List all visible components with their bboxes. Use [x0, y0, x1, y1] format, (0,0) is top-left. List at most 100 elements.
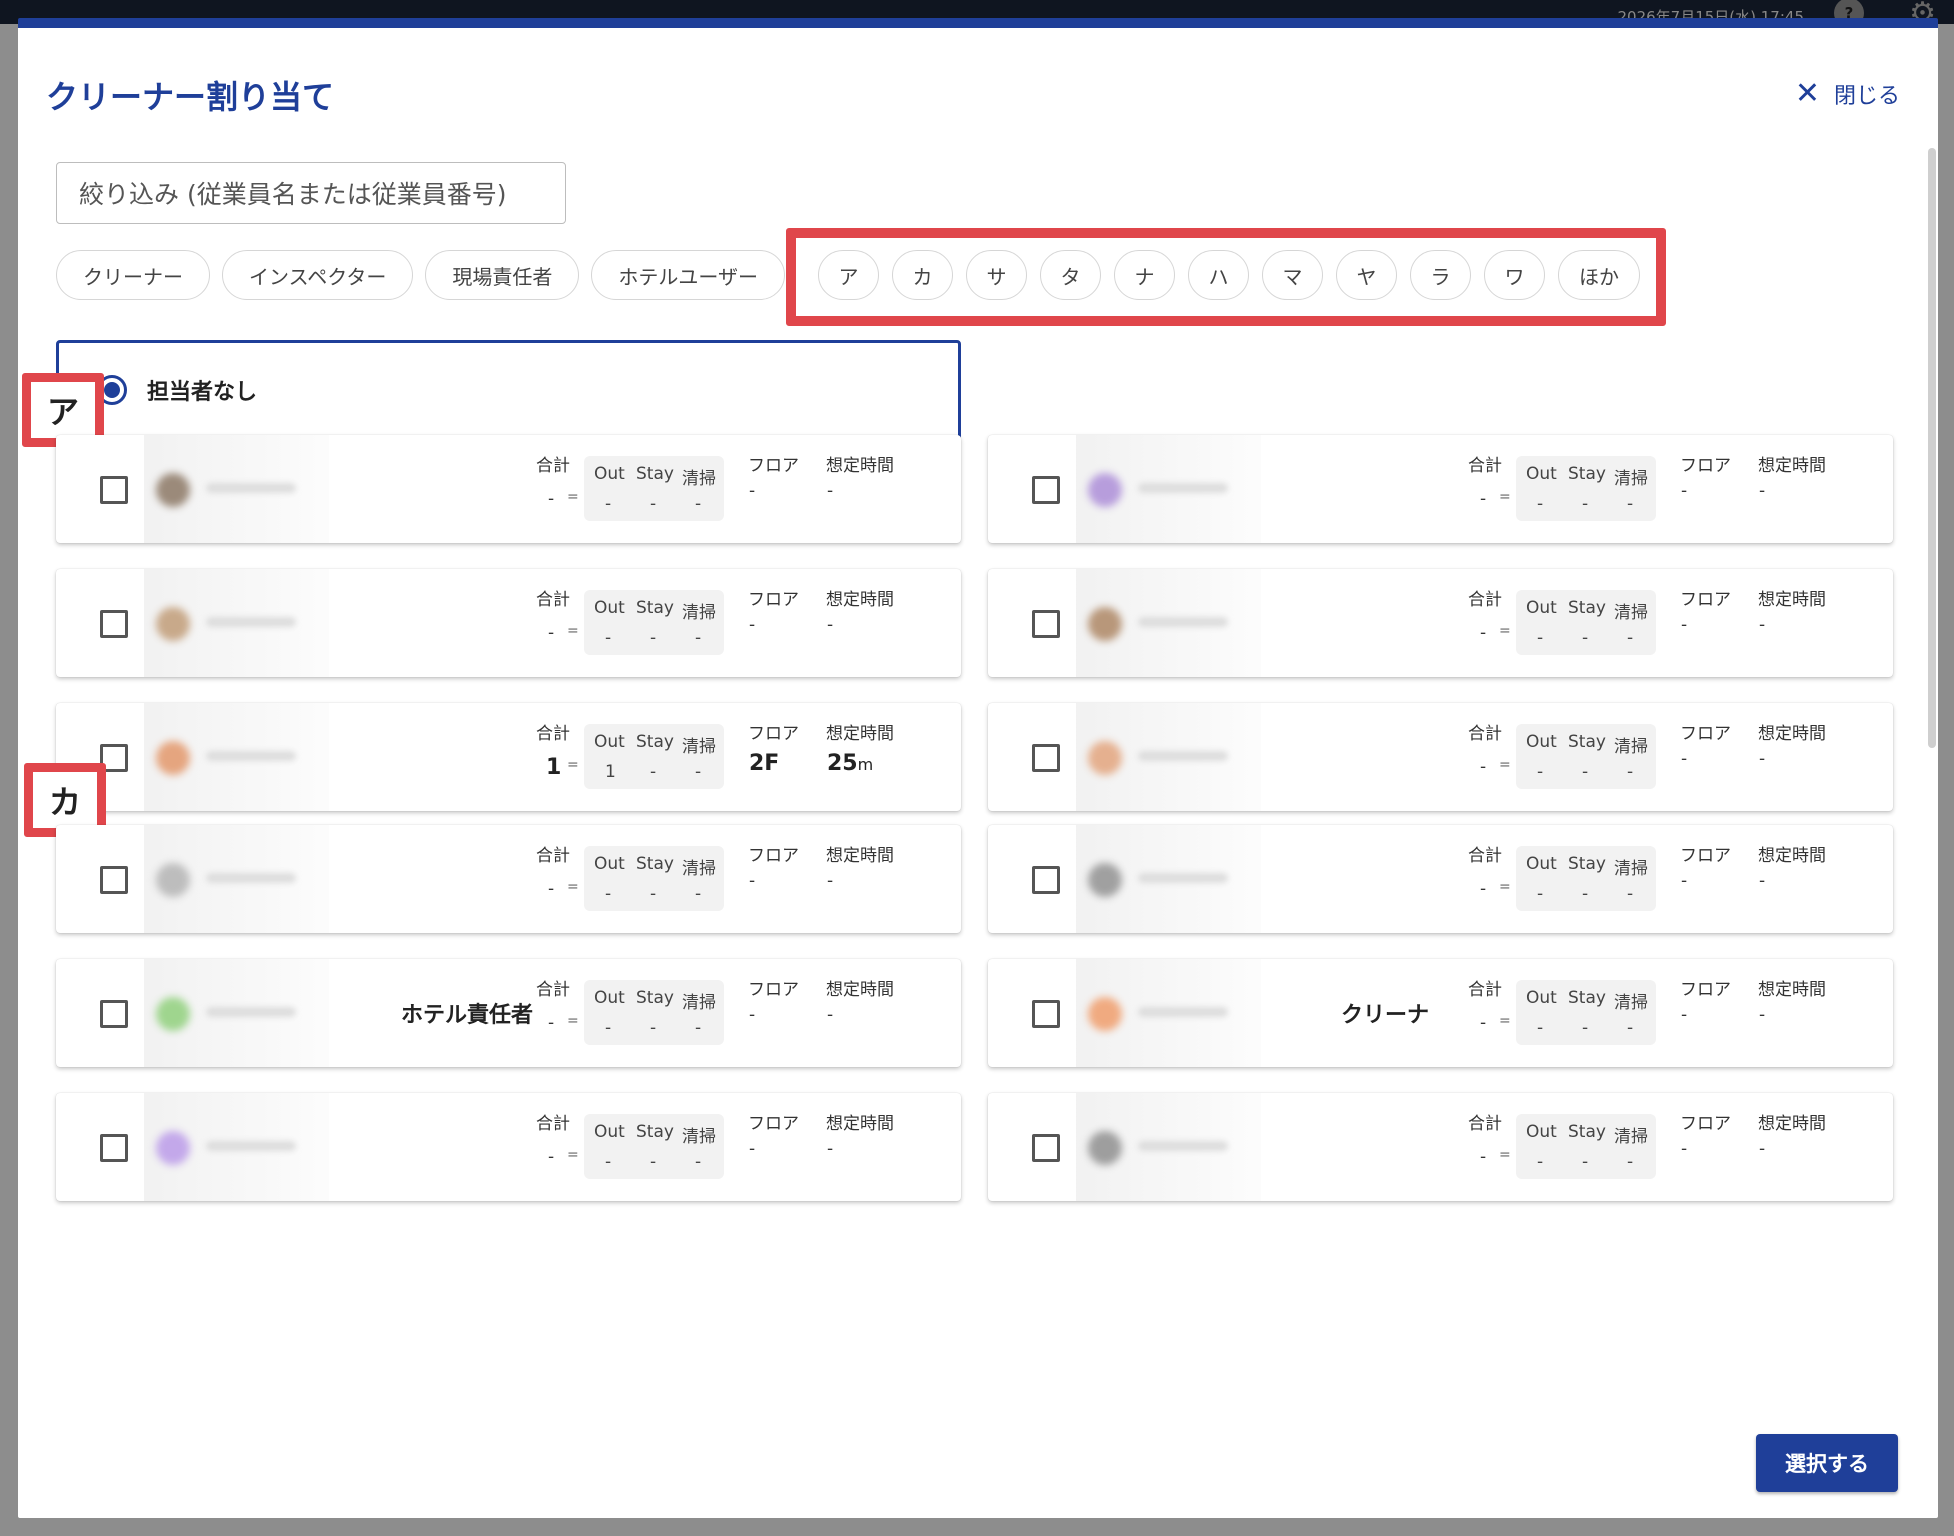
- stay-value: -: [650, 762, 657, 782]
- stay-label: Stay: [636, 732, 674, 752]
- close-button[interactable]: ✕ 閉じる: [1795, 78, 1900, 110]
- scrollbar[interactable]: [1928, 148, 1936, 748]
- equals-sign: =: [567, 623, 579, 639]
- kana-chip[interactable]: サ: [966, 250, 1027, 300]
- employee-card[interactable]: 合計 - = Out Stay 清掃 - - - フロア - 想定時間 -: [988, 825, 1893, 933]
- total-value: 1: [546, 755, 562, 780]
- blurred-employee-name: [1138, 873, 1228, 883]
- employee-card[interactable]: 合計 - = Out Stay 清掃 - - - フロア - 想定時間 -: [988, 703, 1893, 811]
- employee-checkbox[interactable]: [100, 1000, 128, 1028]
- kana-chip[interactable]: タ: [1040, 250, 1101, 300]
- employee-checkbox[interactable]: [1032, 1000, 1060, 1028]
- blurred-employee-name: [206, 751, 296, 761]
- time-label: 想定時間: [826, 846, 894, 866]
- employee-checkbox[interactable]: [1032, 610, 1060, 638]
- avatar: [1088, 741, 1122, 775]
- out-label: Out: [1526, 732, 1557, 752]
- blurred-employee-name: [206, 1007, 296, 1017]
- task-breakdown: Out Stay 清掃 - - -: [584, 590, 724, 655]
- avatar: [1088, 863, 1122, 897]
- kana-chip[interactable]: ほか: [1558, 250, 1640, 300]
- floor-value: -: [749, 871, 756, 891]
- employee-card[interactable]: 合計 1 = Out Stay 清掃 1 - - フロア 2F 想定時間 25m: [56, 703, 961, 811]
- kana-chip[interactable]: ラ: [1410, 250, 1471, 300]
- clean-value: -: [1627, 1018, 1634, 1038]
- floor-label: フロア: [748, 590, 799, 610]
- blurred-employee-name: [1138, 1141, 1228, 1151]
- time-value: -: [1759, 1139, 1766, 1159]
- floor-label: フロア: [748, 980, 799, 1000]
- role-filter-chips: クリーナー インスペクター 現場責任者 ホテルユーザー: [56, 250, 786, 300]
- employee-checkbox[interactable]: [100, 866, 128, 894]
- out-value: -: [1537, 762, 1544, 782]
- employee-checkbox[interactable]: [100, 476, 128, 504]
- total-label: 合計: [1468, 456, 1502, 476]
- kana-chip[interactable]: ナ: [1114, 250, 1175, 300]
- employee-checkbox[interactable]: [1032, 476, 1060, 504]
- clean-label: 清掃: [682, 469, 716, 489]
- equals-sign: =: [1499, 1013, 1511, 1029]
- time-value: -: [827, 871, 834, 891]
- out-label: Out: [1526, 988, 1557, 1008]
- total-value: -: [1480, 879, 1487, 899]
- kana-chip[interactable]: ワ: [1484, 250, 1545, 300]
- time-value: 25m: [827, 751, 874, 776]
- out-label: Out: [594, 988, 625, 1008]
- employee-card[interactable]: 合計 - = Out Stay 清掃 - - - フロア - 想定時間 -: [988, 1093, 1893, 1201]
- employee-card[interactable]: 合計 - = Out Stay 清掃 - - - フロア - 想定時間 -: [988, 569, 1893, 677]
- employee-checkbox[interactable]: [1032, 866, 1060, 894]
- task-breakdown: Out Stay 清掃 - - -: [1516, 980, 1656, 1045]
- employee-card[interactable]: 合計 - = Out Stay 清掃 - - - フロア - 想定時間 -: [988, 435, 1893, 543]
- stay-label: Stay: [1568, 854, 1606, 874]
- floor-label: フロア: [1680, 980, 1731, 1000]
- assignment-stats: 合計 - = Out Stay 清掃 - - - フロア - 想定時間 -: [536, 451, 946, 531]
- stay-value: -: [1582, 1152, 1589, 1172]
- avatar: [1088, 607, 1122, 641]
- employee-card[interactable]: 合計 - = Out Stay 清掃 - - - フロア - 想定時間 -: [56, 569, 961, 677]
- time-label: 想定時間: [1758, 590, 1826, 610]
- employee-card[interactable]: 合計 - = Out Stay 清掃 - - - フロア - 想定時間 -: [56, 1093, 961, 1201]
- employee-card[interactable]: 合計 - = Out Stay 清掃 - - - フロア - 想定時間 -: [56, 825, 961, 933]
- role-filter-chip[interactable]: クリーナー: [56, 250, 210, 300]
- blurred-employee-name: [206, 1141, 296, 1151]
- out-value: -: [1537, 628, 1544, 648]
- avatar: [156, 741, 190, 775]
- employee-card[interactable]: ホテル責任者 合計 - = Out Stay 清掃 - - - フロア - 想定…: [56, 959, 961, 1067]
- equals-sign: =: [567, 879, 579, 895]
- employee-card[interactable]: 合計 - = Out Stay 清掃 - - - フロア - 想定時間 -: [56, 435, 961, 543]
- employee-checkbox[interactable]: [100, 1134, 128, 1162]
- stay-value: -: [1582, 628, 1589, 648]
- time-label: 想定時間: [1758, 980, 1826, 1000]
- assignment-stats: 合計 - = Out Stay 清掃 - - - フロア - 想定時間 -: [1468, 1109, 1878, 1189]
- role-filter-chip[interactable]: インスペクター: [222, 250, 414, 300]
- total-value: -: [1480, 489, 1487, 509]
- kana-chip[interactable]: カ: [892, 250, 953, 300]
- kana-chip[interactable]: ア: [818, 250, 879, 300]
- clean-label: 清掃: [682, 603, 716, 623]
- floor-label: フロア: [1680, 1114, 1731, 1134]
- stay-label: Stay: [636, 464, 674, 484]
- no-assignee-option[interactable]: 担当者なし: [56, 340, 961, 440]
- stay-value: -: [1582, 884, 1589, 904]
- role-filter-chip[interactable]: 現場責任者: [425, 250, 580, 300]
- total-value: -: [548, 879, 555, 899]
- total-value: -: [1480, 623, 1487, 643]
- kana-chip[interactable]: ヤ: [1336, 250, 1397, 300]
- search-input[interactable]: 絞り込み (従業員名または従業員番号): [56, 162, 566, 224]
- role-filter-chip[interactable]: ホテルユーザー: [591, 250, 786, 300]
- stay-value: -: [650, 628, 657, 648]
- employee-checkbox[interactable]: [1032, 744, 1060, 772]
- employee-checkbox[interactable]: [1032, 1134, 1060, 1162]
- kana-chip[interactable]: マ: [1262, 250, 1323, 300]
- out-value: -: [1537, 494, 1544, 514]
- floor-value: -: [1681, 749, 1688, 769]
- employee-card[interactable]: クリーナ 合計 - = Out Stay 清掃 - - - フロア - 想定時間…: [988, 959, 1893, 1067]
- task-breakdown: Out Stay 清掃 - - -: [1516, 456, 1656, 521]
- out-label: Out: [1526, 464, 1557, 484]
- floor-label: フロア: [748, 724, 799, 744]
- time-value: -: [1759, 749, 1766, 769]
- employee-checkbox[interactable]: [100, 610, 128, 638]
- avatar: [1088, 997, 1122, 1031]
- kana-chip[interactable]: ハ: [1188, 250, 1249, 300]
- select-button[interactable]: 選択する: [1756, 1434, 1898, 1492]
